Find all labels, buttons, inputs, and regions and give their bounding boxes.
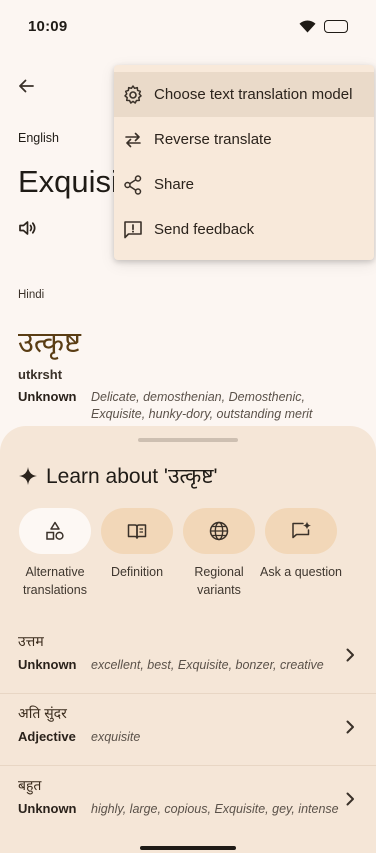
drag-handle[interactable] — [138, 438, 238, 442]
alt-synonyms: exquisite — [91, 730, 141, 744]
swap-arrows-icon — [125, 132, 141, 147]
chevron-right-icon — [346, 648, 354, 662]
speaker-icon — [19, 221, 36, 235]
alt-word: अति सुंदर — [18, 705, 67, 721]
share-icon — [124, 174, 142, 195]
chip-definition[interactable]: Definition — [96, 508, 178, 599]
alt-synonyms: highly, large, copious, Exquisite, gey, … — [91, 802, 339, 816]
home-indicator[interactable] — [140, 846, 236, 850]
learn-chips: Alternative translations Definition Regi… — [0, 508, 376, 599]
learn-sheet: Learn about 'उत्कृष्ट' Alternative trans… — [0, 426, 376, 853]
list-item[interactable]: अति सुंदर Adjective exquisite — [0, 694, 376, 766]
battery-icon — [324, 19, 348, 33]
alternatives-list: उत्तम Unknown excellent, best, Exquisite… — [0, 622, 376, 838]
alt-word: उत्तम — [18, 633, 44, 649]
gear-icon — [124, 84, 142, 104]
synonyms: Delicate, demosthenian, Demosthenic, Exq… — [91, 390, 313, 421]
sparkle-icon — [19, 467, 37, 485]
overflow-menu: Choose text translation model Reverse tr… — [114, 65, 374, 260]
globe-icon — [209, 521, 229, 541]
alt-pos: Adjective — [18, 729, 76, 744]
list-item[interactable]: उत्तम Unknown excellent, best, Exquisite… — [0, 622, 376, 694]
menu-item-label: Reverse translate — [154, 131, 272, 148]
transliteration: utkrsht — [18, 367, 63, 382]
menu-send-feedback[interactable]: Send feedback — [114, 207, 374, 252]
source-language[interactable]: English — [18, 131, 59, 145]
source-text[interactable]: Exquisite — [18, 164, 128, 200]
book-icon — [127, 524, 147, 539]
menu-item-label: Send feedback — [154, 221, 255, 238]
feedback-icon — [124, 220, 142, 238]
status-time: 10:09 — [28, 17, 68, 35]
status-icons — [299, 19, 348, 33]
chip-ask-question[interactable]: Ask a question — [260, 508, 342, 599]
question-chat-icon — [292, 521, 311, 539]
alt-word: बहुत — [18, 777, 42, 793]
status-bar: 10:09 — [0, 0, 376, 52]
alt-synonyms: excellent, best, Exquisite, bonzer, crea… — [91, 658, 324, 672]
menu-share[interactable]: Share — [114, 162, 374, 207]
chevron-right-icon — [346, 720, 354, 734]
chip-alternative-translations[interactable]: Alternative translations — [14, 508, 96, 599]
alt-pos: Unknown — [18, 657, 77, 672]
menu-item-label: Choose text translation model — [154, 86, 353, 103]
chip-label: Definition — [110, 565, 164, 579]
back-button[interactable] — [10, 70, 42, 102]
part-of-speech: Unknown — [18, 389, 77, 404]
shapes-icon — [46, 521, 64, 540]
menu-item-label: Share — [154, 176, 195, 193]
speaker-button[interactable] — [16, 216, 40, 240]
target-language[interactable]: Hindi — [18, 289, 44, 301]
menu-reverse-translate[interactable]: Reverse translate — [114, 117, 374, 162]
target-text: उत्कृष्ट — [18, 327, 81, 359]
list-item[interactable]: बहुत Unknown highly, large, copious, Exq… — [0, 766, 376, 838]
chevron-right-icon — [346, 792, 354, 806]
chip-label: Alternative translations — [23, 565, 87, 597]
alt-pos: Unknown — [18, 801, 77, 816]
learn-title-text: Learn about 'उत्कृष्ट' — [46, 465, 218, 488]
arrow-back-icon — [19, 79, 34, 93]
menu-choose-model[interactable]: Choose text translation model — [114, 72, 374, 117]
chip-label: Regional variants — [194, 565, 244, 597]
chip-regional-variants[interactable]: Regional variants — [178, 508, 260, 599]
wifi-icon — [299, 20, 316, 32]
learn-title: Learn about 'उत्कृष्ट' — [18, 462, 218, 490]
chip-label: Ask a question — [260, 565, 342, 579]
